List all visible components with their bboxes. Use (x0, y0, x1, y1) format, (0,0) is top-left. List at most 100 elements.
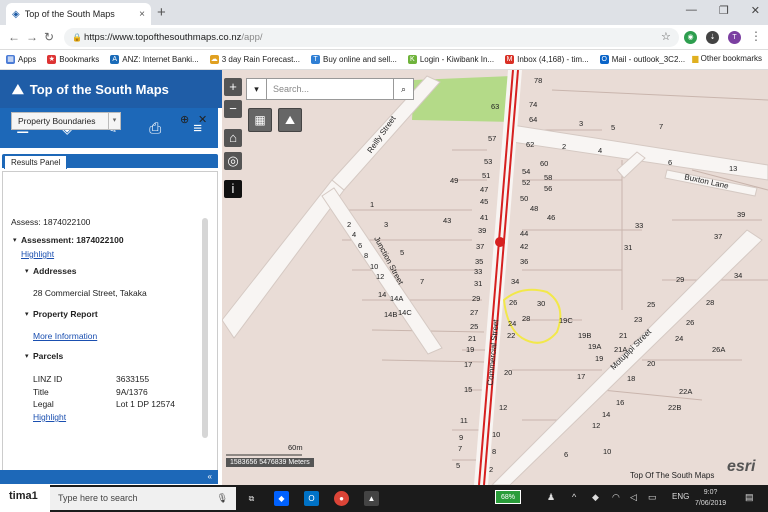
bookmark-inbox[interactable]: M Inbox (4,168) - tim... (505, 55, 589, 64)
clock[interactable]: 9:0? 7/06/2019 (695, 487, 726, 509)
close-tab-icon[interactable]: × (139, 9, 145, 20)
search-input[interactable]: Search... (267, 79, 393, 99)
lot-number: 2 (347, 220, 352, 229)
task-view-icon[interactable]: ⧉ (244, 491, 259, 506)
search-icon[interactable]: ⌕ (393, 79, 413, 99)
info-icon[interactable]: i (224, 180, 242, 198)
bookmark-mail[interactable]: O Mail - outlook_3C2... (599, 55, 685, 64)
lot-number: 42 (520, 242, 529, 251)
collapse-arrow-icon[interactable]: ▾ (25, 267, 29, 275)
lot-number: 4 (598, 146, 603, 155)
lot-number: 6 (668, 158, 673, 167)
lot-number: 26 (686, 318, 695, 327)
lot-number: 64 (529, 115, 538, 124)
parcel-highlight-link[interactable]: Highlight (33, 412, 66, 422)
results-panel-tab[interactable]: Results Panel (4, 155, 68, 169)
restore-icon[interactable]: ❐ (719, 4, 729, 17)
lot-number: 17 (464, 360, 473, 369)
lot-number: 52 (522, 178, 531, 187)
lot-number: 5 (456, 461, 461, 470)
bookmark-buy[interactable]: T Buy online and sell... (311, 55, 397, 64)
wifi-icon[interactable]: ◠ (612, 492, 620, 503)
locate-icon[interactable]: ◎ (224, 152, 242, 170)
lot-number: 14A (390, 294, 404, 303)
bookmark-anz[interactable]: A ANZ: Internet Banki... (110, 55, 199, 64)
highway-shield-icon (495, 237, 505, 247)
lot-number: 51 (482, 171, 491, 180)
browser-tab[interactable]: ◈ Top of the South Maps × (6, 3, 151, 25)
zoom-to-icon[interactable]: ⊕ (180, 113, 189, 126)
map-view[interactable]: Reilly Street Junction Street Commercial… (222, 70, 768, 485)
collapse-arrow-icon[interactable]: ▾ (25, 310, 29, 318)
notifications-icon[interactable]: ▤ (745, 492, 754, 503)
lot-number: 23 (634, 315, 643, 324)
zoom-in-button[interactable]: + (224, 78, 242, 96)
bookmark-kiwibank[interactable]: K Login - Kiwibank In... (407, 55, 494, 64)
extension-icon[interactable]: ◉ (684, 31, 697, 44)
bookmark-star-icon[interactable]: ☆ (661, 30, 671, 43)
menu-kebab-icon[interactable]: ⋮ (750, 29, 762, 43)
lot-number: 6 (358, 241, 363, 250)
address-value: 28 Commercial Street, Takaka (33, 288, 147, 298)
bookmark-apps[interactable]: ▦ Apps (6, 55, 36, 64)
clock-date: 7/06/2019 (695, 500, 727, 507)
parcel-value: Lot 1 DP 12574 (116, 399, 175, 409)
photos-icon[interactable]: ▲ (364, 491, 379, 506)
battery-indicator[interactable]: 68% (495, 490, 521, 504)
lot-number: 54 (522, 167, 531, 176)
lot-number: 49 (450, 176, 459, 185)
lot-number: 34 (511, 277, 520, 286)
profile-avatar[interactable]: T (728, 31, 741, 44)
lot-number: 53 (484, 157, 493, 166)
lot-number: 74 (529, 100, 538, 109)
lot-number: 19C (559, 316, 573, 325)
red-road-line (478, 70, 514, 485)
close-icon[interactable]: ✕ (198, 113, 207, 126)
people-icon[interactable]: ♟ (547, 492, 555, 503)
lot-number: 25 (647, 300, 656, 309)
dropbox-tray-icon[interactable]: ◆ (592, 492, 599, 503)
volume-icon[interactable]: ◁ (630, 492, 637, 503)
tray-chevron-icon[interactable]: ^ (572, 492, 576, 502)
new-tab-button[interactable]: + (157, 4, 166, 21)
other-bookmarks[interactable]: ▆ Other bookmarks (692, 54, 762, 63)
chrome-icon[interactable]: ● (334, 491, 349, 506)
forward-icon[interactable]: → (26, 30, 38, 44)
taskbar-search[interactable]: Type here to search 🎙 (50, 487, 236, 510)
reload-icon[interactable]: ↻ (44, 30, 54, 44)
lot-number: 62 (526, 140, 535, 149)
layer-select[interactable]: Property Boundaries ▾ (11, 112, 121, 130)
more-information-link[interactable]: More Information (33, 331, 97, 341)
back-icon[interactable]: ← (8, 30, 20, 44)
lot-number: 19 (466, 345, 475, 354)
panel-scrollbar[interactable] (202, 218, 208, 438)
collapse-arrow-icon[interactable]: ▾ (13, 236, 17, 244)
basemap-grid-icon[interactable]: ▦ (248, 108, 272, 132)
language-indicator[interactable]: ENG (672, 492, 689, 501)
url-field[interactable]: 🔒 https://www.topofthesouthmaps.co.nz/ap… (64, 28, 679, 47)
bookmark-bookmarks[interactable]: ★ Bookmarks (47, 55, 99, 64)
close-window-icon[interactable]: ✕ (751, 4, 760, 17)
print-icon[interactable]: ⎙ (149, 120, 161, 137)
extension-download-icon[interactable]: ⇣ (706, 31, 719, 44)
assessment-highlight-link[interactable]: Highlight (21, 249, 54, 259)
microphone-icon[interactable]: 🎙 (217, 487, 228, 510)
bookmark-map-icon[interactable]: ⛰ (278, 108, 302, 132)
zoom-out-button[interactable]: − (224, 100, 242, 118)
assessment-heading: Assessment: 1874022100 (21, 235, 124, 245)
bookmark-rain[interactable]: ☁ 3 day Rain Forecast... (209, 55, 300, 64)
lot-number: 28 (706, 298, 715, 307)
collapse-arrow-icon[interactable]: ▾ (25, 352, 29, 360)
dropbox-icon[interactable]: ◆ (274, 491, 289, 506)
collapse-panel-button[interactable]: « (0, 470, 218, 484)
outlook-icon[interactable]: O (304, 491, 319, 506)
minimize-icon[interactable]: — (686, 4, 697, 17)
lot-number: 17 (577, 372, 586, 381)
parcel-value: 3633155 (116, 374, 150, 384)
lot-number: 14C (398, 308, 412, 317)
lot-number: 20 (504, 368, 513, 377)
search-dropdown-icon[interactable]: ▾ (247, 79, 267, 99)
battery-tray-icon[interactable]: ▭ (648, 492, 657, 503)
home-icon[interactable]: ⌂ (224, 129, 242, 147)
property-report-heading: Property Report (33, 309, 98, 319)
